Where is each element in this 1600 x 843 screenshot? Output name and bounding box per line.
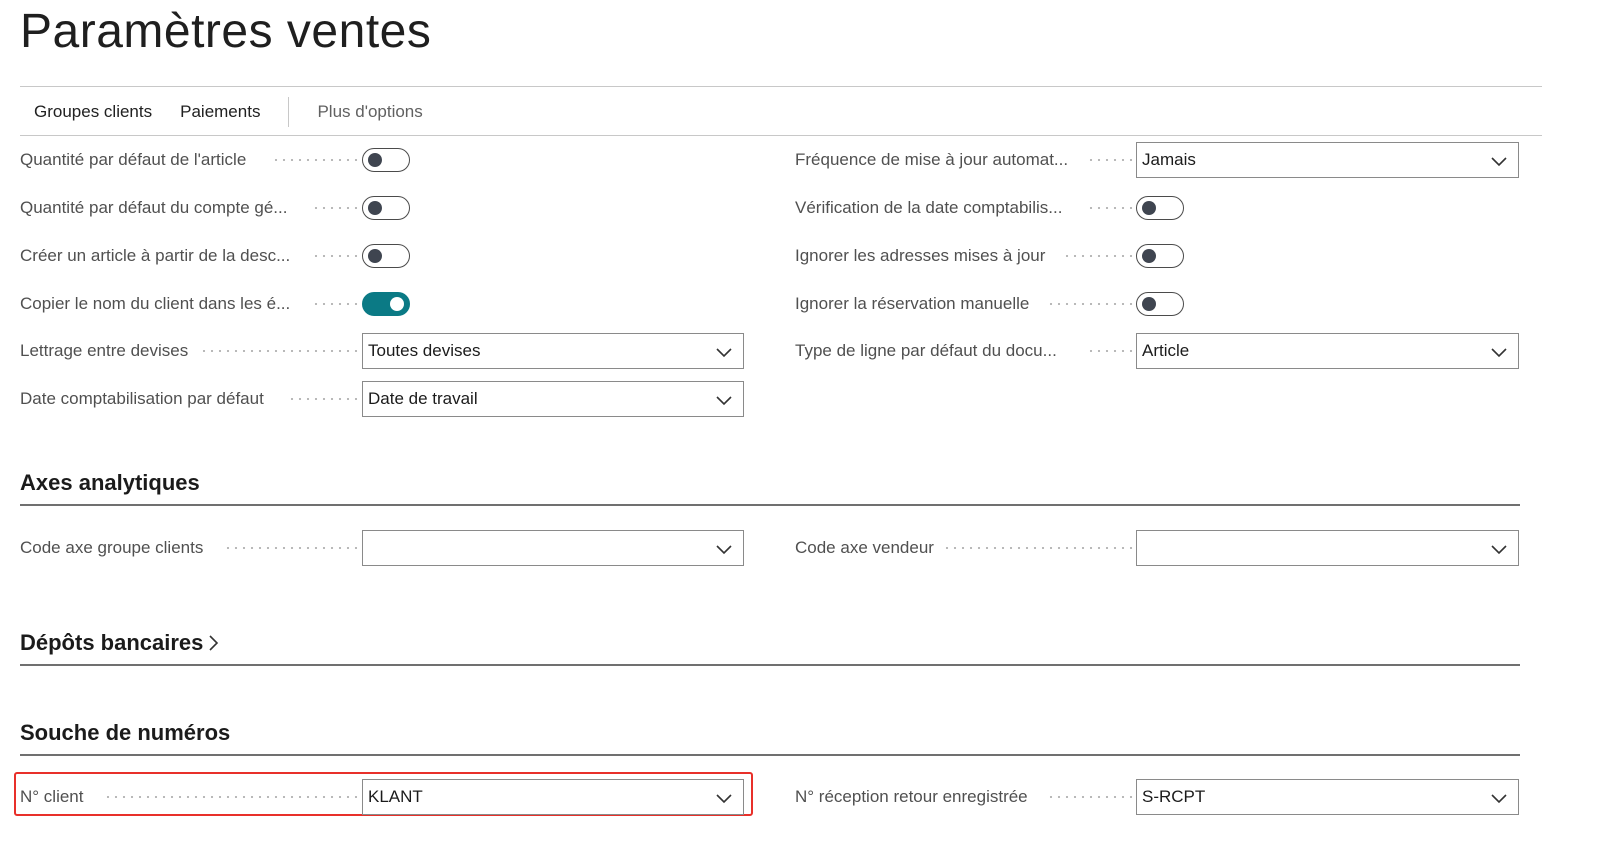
- section-bank-deposits[interactable]: Dépôts bancaires: [20, 630, 221, 656]
- field-default-qty-gl: Quantité par défaut du compte gé...: [20, 190, 420, 226]
- field-label: Quantité par défaut du compte gé...: [20, 198, 288, 217]
- return-receipt-nos-select[interactable]: S-RCPT: [1136, 779, 1519, 815]
- field-update-frequency: Fréquence de mise à jour automat... Jama…: [795, 142, 1520, 178]
- default-qty-item-toggle[interactable]: [362, 148, 410, 172]
- update-frequency-select[interactable]: Jamais: [1136, 142, 1519, 178]
- action-separator: [288, 97, 290, 127]
- actionbar-divider: [20, 135, 1542, 136]
- customer-groups-action[interactable]: Groupes clients: [20, 102, 166, 122]
- toggle-knob: [390, 297, 404, 311]
- select-value: Toutes devises: [368, 341, 481, 360]
- chevron-down-icon: [1491, 545, 1507, 555]
- field-default-line-type: Type de ligne par défaut du docu... Arti…: [795, 333, 1520, 369]
- payments-action[interactable]: Paiements: [166, 102, 274, 122]
- check-posting-date-toggle[interactable]: [1136, 196, 1184, 220]
- field-copy-customer-name: Copier le nom du client dans les é...: [20, 286, 420, 322]
- field-ignore-manual-reservation: Ignorer la réservation manuelle: [795, 286, 1195, 322]
- salesperson-dim-select[interactable]: [1136, 530, 1519, 566]
- copy-customer-name-toggle[interactable]: [362, 292, 410, 316]
- field-default-qty-item: Quantité par défaut de l'article: [20, 142, 420, 178]
- toggle-knob: [368, 153, 382, 167]
- appln-currencies-select[interactable]: Toutes devises: [362, 333, 744, 369]
- posting-date-select[interactable]: Date de travail: [362, 381, 744, 417]
- action-bar: Groupes clients Paiements Plus d'options: [20, 92, 437, 132]
- title-divider: [20, 86, 1542, 87]
- section-dimensions-title[interactable]: Axes analytiques: [20, 470, 200, 496]
- select-value: KLANT: [368, 787, 423, 806]
- page-title: Paramètres ventes: [20, 5, 432, 58]
- field-label: Vérification de la date comptabilis...: [795, 198, 1063, 217]
- select-value: Jamais: [1142, 150, 1196, 169]
- field-customer-nos: N° client KLANT: [20, 779, 745, 815]
- chevron-down-icon: [716, 545, 732, 555]
- field-label: Créer un article à partir de la desc...: [20, 246, 291, 265]
- select-value: S-RCPT: [1142, 787, 1206, 806]
- section-divider: [20, 664, 1520, 666]
- toggle-knob: [1142, 249, 1156, 263]
- field-label: Code axe vendeur: [795, 538, 934, 557]
- field-label: N° réception retour enregistrée: [795, 787, 1028, 806]
- field-check-posting-date: Vérification de la date comptabilis...: [795, 190, 1195, 226]
- ignore-addresses-toggle[interactable]: [1136, 244, 1184, 268]
- toggle-knob: [1142, 201, 1156, 215]
- more-options-action[interactable]: Plus d'options: [303, 102, 436, 122]
- field-appln-between-currencies: Lettrage entre devises Toutes devises: [20, 333, 745, 369]
- select-value: Article: [1142, 341, 1190, 360]
- chevron-down-icon: [1491, 794, 1507, 804]
- chevron-down-icon: [1491, 157, 1507, 167]
- create-item-toggle[interactable]: [362, 244, 410, 268]
- chevron-down-icon: [1491, 348, 1507, 358]
- field-label: Lettrage entre devises: [20, 341, 189, 360]
- field-label: Fréquence de mise à jour automat...: [795, 150, 1069, 169]
- chevron-right-icon: [209, 635, 219, 651]
- field-salesperson-dim: Code axe vendeur: [795, 530, 1520, 566]
- toggle-knob: [1142, 297, 1156, 311]
- customer-nos-select[interactable]: KLANT: [362, 779, 744, 815]
- chevron-down-icon: [716, 348, 732, 358]
- chevron-down-icon: [716, 396, 732, 406]
- field-create-item-from-desc: Créer un article à partir de la desc...: [20, 238, 420, 274]
- toggle-knob: [368, 201, 382, 215]
- field-label: Date comptabilisation par défaut: [20, 389, 264, 408]
- section-divider: [20, 504, 1520, 506]
- select-value: Date de travail: [368, 389, 478, 408]
- customer-group-dim-select[interactable]: [362, 530, 744, 566]
- field-label: N° client: [20, 787, 84, 806]
- field-posted-return-receipt-nos: N° réception retour enregistrée S-RCPT: [795, 779, 1520, 815]
- section-number-series-title[interactable]: Souche de numéros: [20, 720, 230, 746]
- line-type-select[interactable]: Article: [1136, 333, 1519, 369]
- field-default-posting-date: Date comptabilisation par défaut Date de…: [20, 381, 745, 417]
- field-label: Type de ligne par défaut du docu...: [795, 341, 1057, 360]
- chevron-down-icon: [716, 794, 732, 804]
- ignore-reservation-toggle[interactable]: [1136, 292, 1184, 316]
- section-divider: [20, 754, 1520, 756]
- field-label: Quantité par défaut de l'article: [20, 150, 247, 169]
- field-label: Code axe groupe clients: [20, 538, 204, 557]
- field-ignore-updated-addresses: Ignorer les adresses mises à jour: [795, 238, 1195, 274]
- section-bank-deposits-title: Dépôts bancaires: [20, 630, 204, 655]
- default-qty-gl-toggle[interactable]: [362, 196, 410, 220]
- field-label: Ignorer les adresses mises à jour: [795, 246, 1046, 265]
- field-label: Ignorer la réservation manuelle: [795, 294, 1030, 313]
- field-label: Copier le nom du client dans les é...: [20, 294, 291, 313]
- toggle-knob: [368, 249, 382, 263]
- field-customer-group-dim: Code axe groupe clients: [20, 530, 745, 566]
